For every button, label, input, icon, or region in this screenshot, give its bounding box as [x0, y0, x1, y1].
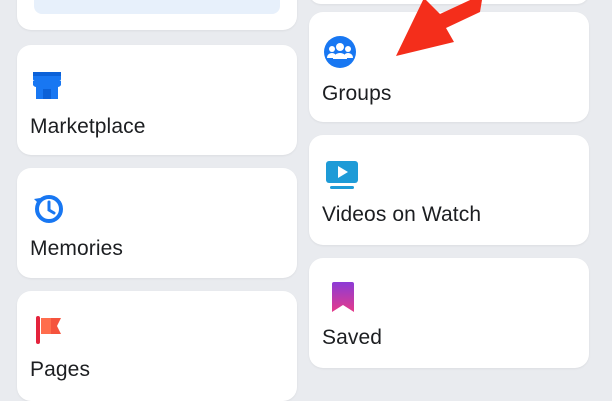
shortcut-card-videos-on-watch[interactable]: Videos on Watch: [309, 135, 589, 245]
pages-icon: [33, 313, 67, 352]
shortcut-label-videos-on-watch: Videos on Watch: [322, 203, 482, 226]
shortcut-card-saved[interactable]: Saved: [309, 258, 589, 368]
shortcut-card-memories[interactable]: Memories: [17, 168, 297, 278]
shortcut-label-groups: Groups: [322, 82, 392, 105]
annotation-arrow-icon: [380, 0, 490, 70]
shortcut-label-pages: Pages: [30, 358, 91, 381]
shortcut-card-top-left[interactable]: [17, 0, 297, 30]
shortcut-label-memories: Memories: [30, 237, 123, 260]
marketplace-icon: [30, 68, 64, 107]
groups-icon: [322, 34, 358, 75]
shortcut-card-marketplace[interactable]: Marketplace: [17, 45, 297, 155]
video-icon: [324, 158, 360, 197]
card-inner-highlight: [34, 0, 280, 14]
memories-icon: [31, 192, 65, 231]
shortcut-card-pages[interactable]: Pages: [17, 291, 297, 401]
saved-icon: [330, 280, 356, 321]
shortcut-label-marketplace: Marketplace: [30, 115, 146, 138]
shortcut-label-saved: Saved: [322, 326, 383, 349]
